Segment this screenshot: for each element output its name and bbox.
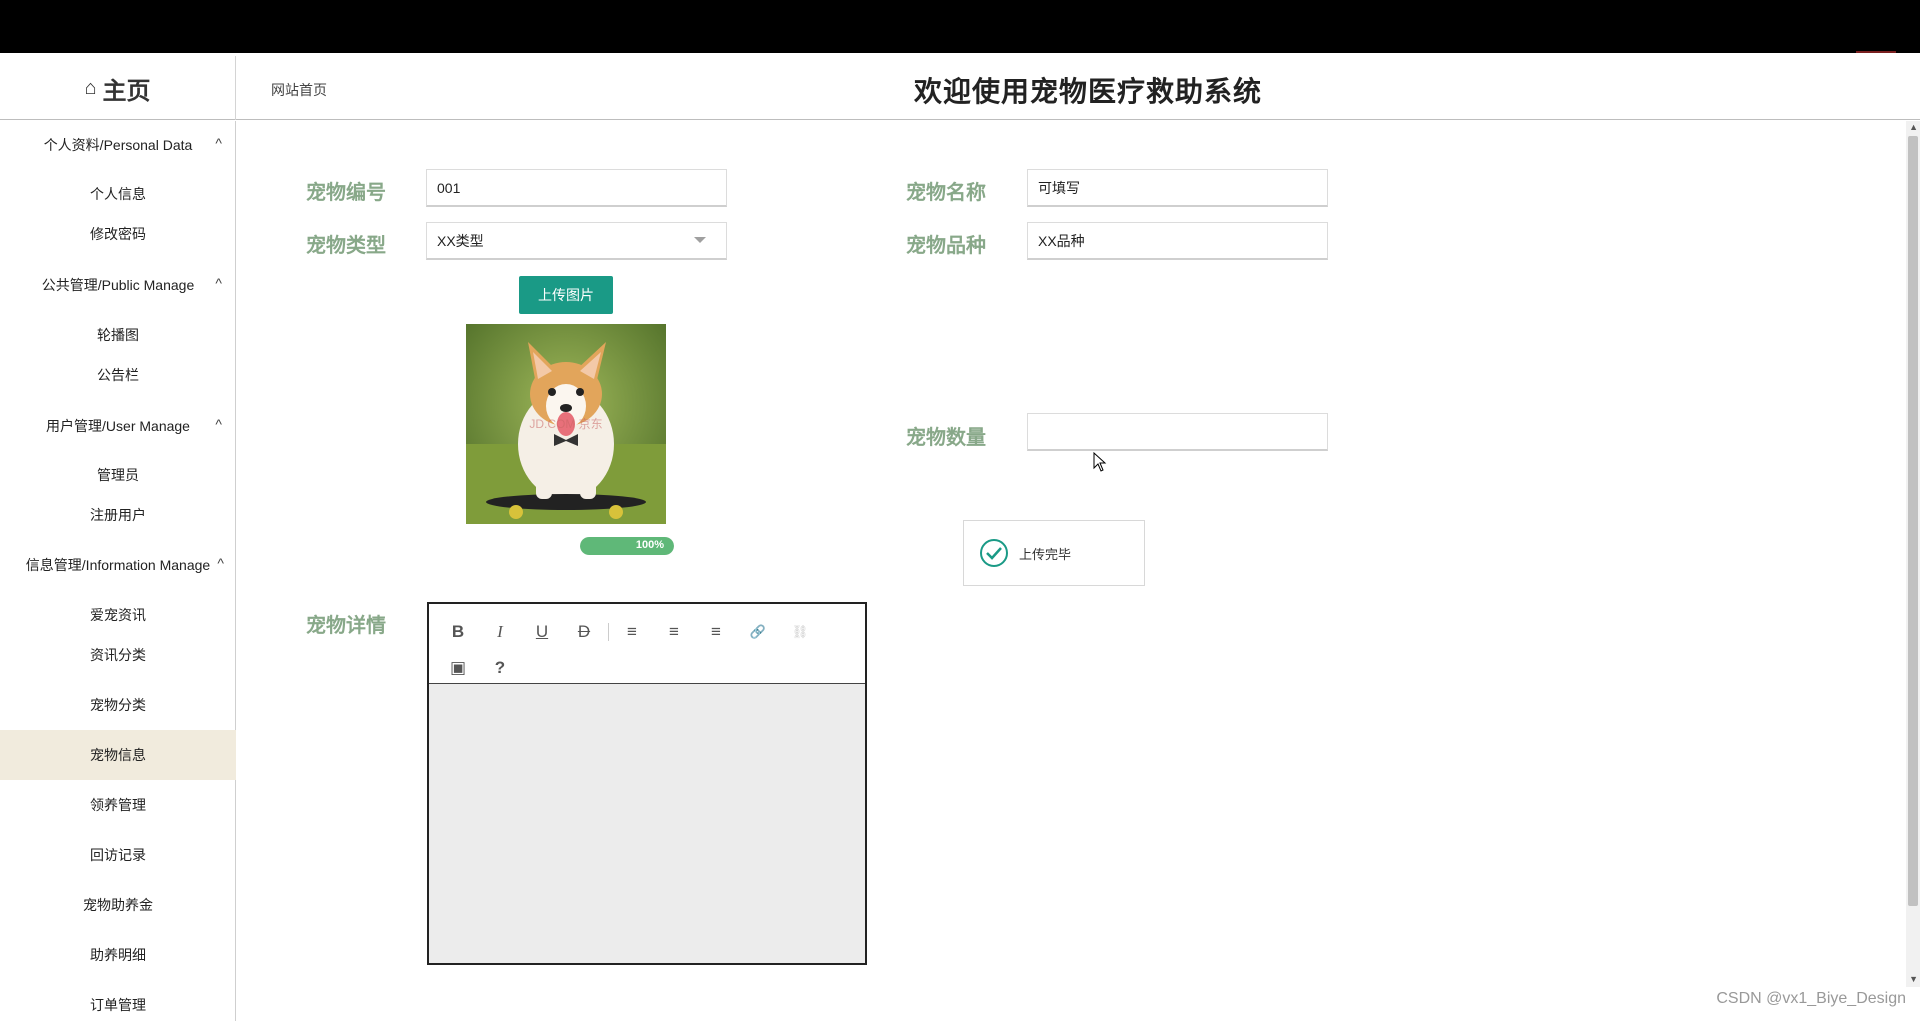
align-center-icon[interactable]: ≡ bbox=[653, 614, 695, 650]
sidebar-item-change-password[interactable]: 修改密码 bbox=[0, 214, 236, 254]
photo-watermark: JD.COM 京东 bbox=[529, 417, 602, 431]
sidebar-item-registered-users[interactable]: 注册用户 bbox=[0, 495, 236, 535]
sidebar-item-personal-info[interactable]: 个人信息 bbox=[0, 174, 236, 214]
upload-progress-bar: 100% bbox=[580, 537, 674, 555]
pet-no-label: 宠物编号 bbox=[306, 182, 386, 204]
align-left-icon[interactable]: ≡ bbox=[611, 614, 653, 650]
home-link[interactable]: ⌂ 主页 bbox=[0, 56, 236, 120]
bold-icon[interactable]: B bbox=[437, 614, 479, 650]
sidebar-item-adoption[interactable]: 领养管理 bbox=[0, 785, 236, 825]
sidebar-item-carousel[interactable]: 轮播图 bbox=[0, 315, 236, 355]
sidebar-item-orders[interactable]: 订单管理 bbox=[0, 985, 236, 1025]
scrollbar-thumb[interactable] bbox=[1908, 136, 1918, 906]
sidebar-group-label: 公共管理/Public Manage bbox=[41, 277, 195, 293]
home-label: 主页 bbox=[102, 77, 151, 105]
top-accent-line bbox=[1856, 51, 1896, 53]
page-title: 欢迎使用宠物医疗救助系统 bbox=[914, 76, 1263, 107]
pet-count-input[interactable] bbox=[1027, 413, 1328, 451]
sidebar: 个人资料/Personal Data ^ 个人信息 修改密码 公共管理/Publ… bbox=[0, 121, 236, 1021]
pet-type-label: 宠物类型 bbox=[306, 235, 386, 257]
align-right-icon[interactable]: ≡ bbox=[695, 614, 737, 650]
sidebar-group-personal[interactable]: 个人资料/Personal Data ^ bbox=[0, 121, 236, 169]
chevron-up-icon: ^ bbox=[215, 135, 222, 151]
pet-no-input[interactable]: 001 bbox=[426, 169, 727, 207]
sidebar-item-pet-news[interactable]: 爱宠资讯 bbox=[0, 595, 236, 635]
sidebar-item-follow-up[interactable]: 回访记录 bbox=[0, 835, 236, 875]
editor-toolbar: B I U D ≡ ≡ ≡ 🔗 ⛓ ▣ ? bbox=[429, 604, 865, 684]
pet-type-value: XX类型 bbox=[437, 232, 484, 249]
toast-message: 上传完毕 bbox=[1019, 546, 1072, 562]
caret-down-icon bbox=[694, 237, 706, 243]
sidebar-item-news-category[interactable]: 资讯分类 bbox=[0, 635, 236, 675]
pet-type-select[interactable]: XX类型 bbox=[426, 222, 727, 260]
chevron-up-icon: ^ bbox=[215, 416, 222, 432]
strikethrough-icon[interactable]: D bbox=[563, 614, 605, 650]
pet-breed-input[interactable]: XX品种 bbox=[1027, 222, 1328, 260]
home-icon: ⌂ bbox=[84, 76, 97, 99]
editor-body[interactable] bbox=[429, 684, 865, 964]
sidebar-group-label: 用户管理/User Manage bbox=[46, 418, 190, 434]
sidebar-item-sponsor-detail[interactable]: 助养明细 bbox=[0, 935, 236, 975]
sidebar-group-label: 信息管理/Information Manage bbox=[25, 557, 211, 573]
pet-detail-label: 宠物详情 bbox=[306, 615, 386, 637]
sidebar-group-user[interactable]: 用户管理/User Manage ^ bbox=[0, 402, 236, 450]
sidebar-group-public[interactable]: 公共管理/Public Manage ^ bbox=[0, 261, 236, 309]
app-header: ⌂ 主页 网站首页 欢迎使用宠物医疗救助系统 bbox=[0, 56, 1920, 120]
unlink-icon[interactable]: ⛓ bbox=[779, 614, 821, 650]
scroll-down-arrow-icon[interactable]: ▼ bbox=[1909, 974, 1918, 984]
sidebar-group-information[interactable]: 信息管理/Information Manage ^ bbox=[0, 541, 236, 589]
sidebar-group-label: 个人资料/Personal Data bbox=[43, 137, 193, 153]
csdn-watermark: CSDN @vx1_Biye_Design bbox=[1716, 990, 1906, 1007]
image-icon[interactable]: ▣ bbox=[437, 650, 479, 686]
upload-complete-toast: 上传完毕 bbox=[963, 520, 1145, 586]
check-circle-icon bbox=[980, 539, 1008, 567]
mouse-cursor-icon bbox=[1093, 452, 1107, 472]
link-icon[interactable]: 🔗 bbox=[737, 614, 779, 650]
sidebar-item-admin[interactable]: 管理员 bbox=[0, 455, 236, 495]
italic-icon[interactable]: I bbox=[479, 614, 521, 650]
pet-count-label: 宠物数量 bbox=[906, 427, 986, 449]
sidebar-item-sponsor-fund[interactable]: 宠物助养金 bbox=[0, 885, 236, 925]
breadcrumb[interactable]: 网站首页 bbox=[271, 80, 327, 100]
sidebar-item-pet-category[interactable]: 宠物分类 bbox=[0, 685, 236, 725]
upload-image-button[interactable]: 上传图片 bbox=[519, 276, 613, 314]
scroll-up-arrow-icon[interactable]: ▲ bbox=[1909, 122, 1918, 132]
sidebar-item-pet-info[interactable]: 宠物信息 bbox=[0, 730, 236, 780]
pet-photo: JD.COM 京东 bbox=[466, 324, 666, 524]
help-icon[interactable]: ? bbox=[479, 650, 521, 686]
upload-progress-text: 100% bbox=[635, 539, 664, 551]
chevron-up-icon: ^ bbox=[215, 275, 222, 291]
browser-top-bar bbox=[0, 0, 1920, 53]
rich-text-editor[interactable]: B I U D ≡ ≡ ≡ 🔗 ⛓ ▣ ? bbox=[427, 602, 867, 965]
pet-name-input[interactable]: 可填写 bbox=[1027, 169, 1328, 207]
chevron-up-icon: ^ bbox=[217, 555, 224, 571]
sidebar-item-notice[interactable]: 公告栏 bbox=[0, 355, 236, 395]
underline-icon[interactable]: U bbox=[521, 614, 563, 650]
pet-breed-label: 宠物品种 bbox=[906, 235, 986, 257]
pet-name-label: 宠物名称 bbox=[906, 182, 986, 204]
